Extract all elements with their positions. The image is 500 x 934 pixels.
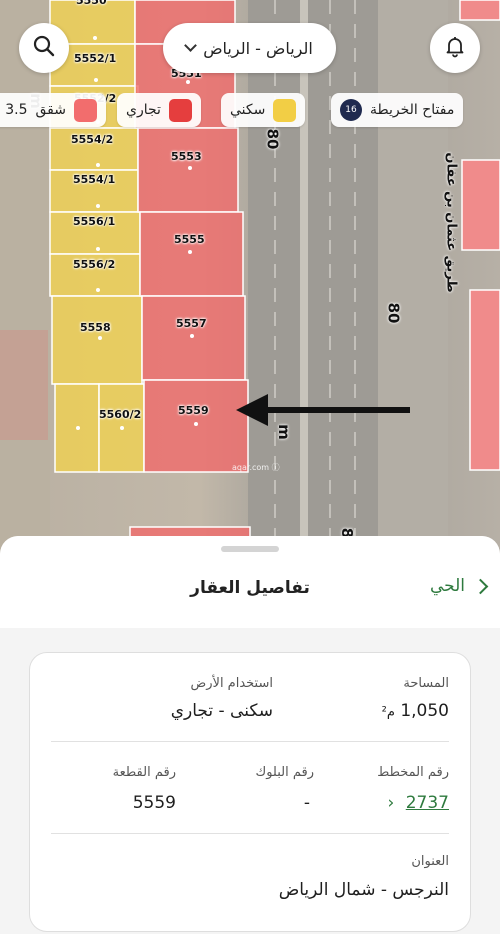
notifications-button[interactable] [430,23,480,73]
parcel-label[interactable]: 5556/2 [73,258,115,271]
legend-item-apartments[interactable]: شقق 3.5 [0,93,106,127]
map-watermark: aqar.com ⓘ [232,463,280,472]
legend-item-label: شقق [35,102,67,118]
legend-item-residential[interactable]: سكني [221,93,306,127]
parcel-label[interactable]: 5559 [178,404,209,417]
legend-item-label: تجاري [126,102,161,118]
commercial-swatch [168,98,192,122]
address-label: العنوان [411,854,449,869]
map-key-label: مفتاح الخريطة [370,102,455,118]
address-value: النرجس - شمال الرياض [278,880,449,900]
plan-label: رقم المخطط [377,765,449,780]
side-road [378,0,448,560]
city-select-label: الرياض - الرياض [203,38,313,58]
property-details-card: المساحة 1,050 م² استخدام الأرض سكنى - تج… [29,652,471,932]
parcel-label[interactable]: 5555 [174,233,205,246]
map-key-button[interactable]: مفتاح الخريطة 16 [331,93,464,127]
parcel-label[interactable]: 5552/1 [74,52,116,65]
parcel-label[interactable]: 5557 [176,317,207,330]
city-select[interactable]: الرياض - الرياض [163,23,336,73]
divider [51,833,449,834]
road-median [300,0,308,560]
apartments-swatch [74,98,97,122]
plot-value: 5559 [132,793,176,813]
land-use-label: استخدام الأرض [190,676,273,691]
parcel-label[interactable]: 5558 [80,321,111,334]
plot-label: رقم القطعة [112,765,176,780]
legend-item-label: سكني [230,102,266,118]
area-number: 1,050 [400,701,449,721]
area-label: المساحة [403,676,449,691]
parcel-right-1[interactable] [461,159,500,251]
street-number: 80 [263,128,282,150]
map-key-badge: 16 [340,99,362,121]
plan-value[interactable]: 2737 [406,793,449,813]
parcel-label[interactable]: 5550 [76,0,107,7]
area-unit: م² [381,705,395,720]
search-icon [32,34,56,62]
street-name: طريق عثمان بن عفان [443,152,459,293]
sheet-title: تفاصيل العقار [190,578,310,598]
area-value: 1,050 م² [382,701,449,721]
sheet-header: تفاصيل العقار الحي [0,536,500,628]
chevron-left-icon: ‹ [387,793,395,813]
street-number: m [274,424,293,440]
block-label: رقم البلوك [255,765,314,780]
map-canvas [0,0,500,560]
land-use-value: سكنى - تجاري [170,701,273,721]
chevron-down-icon [184,39,198,52]
block-value: - [303,793,310,813]
legend-item-commercial[interactable]: تجاري [117,93,201,127]
divider [51,741,449,742]
parcel-right-2[interactable] [469,289,500,471]
plan-link[interactable]: 2737 ‹ [388,793,449,813]
property-details-sheet: تفاصيل العقار الحي المساحة 1,050 م² استخ… [0,536,500,934]
residential-swatch [273,98,297,122]
map-view[interactable]: 5550 5552/1 5551 5552/2 5554/2 5553 5554… [0,0,500,560]
main-road [248,0,378,560]
legend-item-partial: 3.5 [5,102,28,118]
neighborhood-link[interactable]: الحي [429,576,489,596]
street-number: 80 [384,302,403,324]
bell-icon [443,34,467,62]
sheet-drag-handle[interactable] [221,546,279,552]
parcel-label[interactable]: 5554/2 [71,133,113,146]
parcel-label[interactable]: 5553 [171,150,202,163]
parcel-label[interactable]: 5560/2 [99,408,141,421]
parcel-label[interactable]: 5556/1 [73,215,115,228]
neighborhood-link-label: الحي [429,576,465,596]
search-button[interactable] [19,23,69,73]
chevron-right-icon [472,578,489,594]
parcel-label[interactable]: 5554/1 [73,173,115,186]
